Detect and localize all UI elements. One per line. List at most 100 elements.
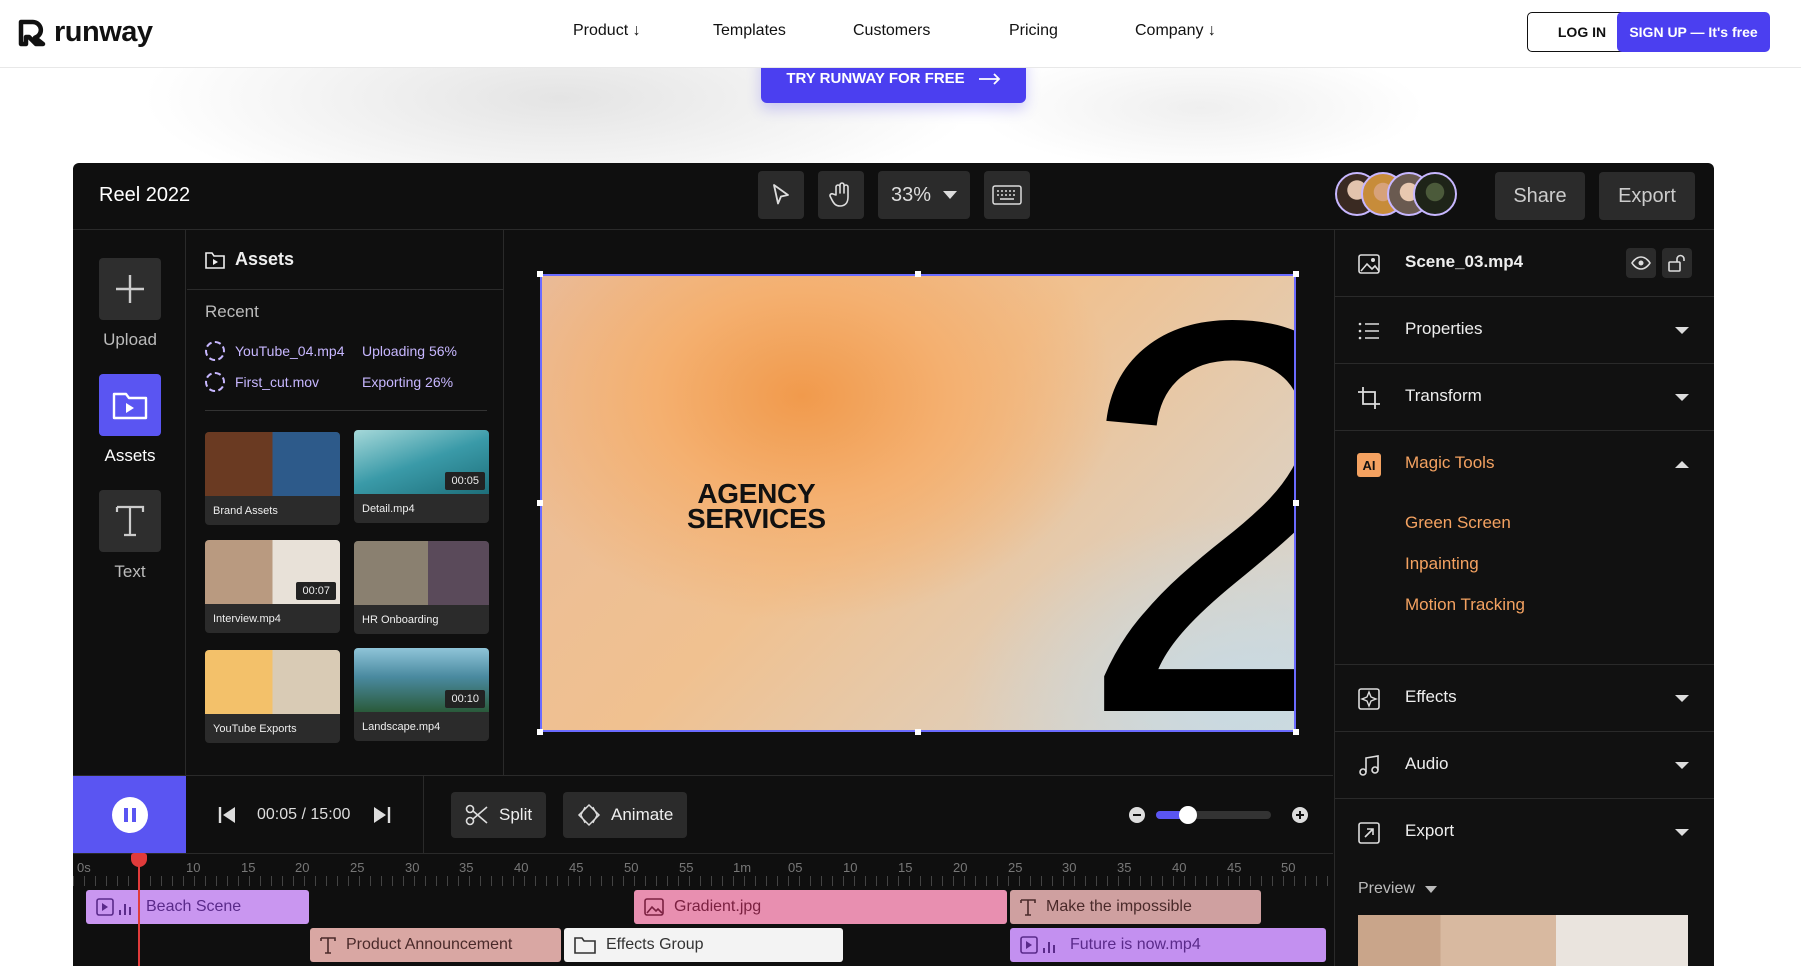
ruler-tick: 30 xyxy=(1062,860,1077,875)
assets-label: Assets xyxy=(104,446,156,465)
resize-handle[interactable] xyxy=(537,729,543,735)
zoom-dropdown[interactable]: 33% xyxy=(878,171,970,219)
text-icon xyxy=(1020,899,1036,916)
share-button[interactable]: Share xyxy=(1495,172,1585,220)
timeline-zoom-slider[interactable] xyxy=(1156,806,1271,824)
magic-tool-inpainting[interactable]: Inpainting xyxy=(1405,554,1479,574)
visibility-toggle[interactable] xyxy=(1626,248,1656,278)
text-button[interactable] xyxy=(99,490,161,552)
asset-tile-video[interactable]: 00:05 Detail.mp4 xyxy=(354,430,489,523)
music-note-icon xyxy=(1359,755,1379,776)
spinner-icon xyxy=(205,341,225,361)
asset-name: Interview.mp4 xyxy=(213,613,281,625)
asset-tile-folder[interactable]: YouTube Exports xyxy=(205,650,340,743)
timeline-clip-text[interactable]: Product Announcement xyxy=(310,928,561,962)
section-audio[interactable]: Audio xyxy=(1335,732,1714,799)
assets-tool[interactable]: Assets xyxy=(99,374,161,466)
inspector-file-row: Scene_03.mp4 xyxy=(1335,230,1714,297)
chevron-up-icon[interactable] xyxy=(1675,461,1689,468)
video-clip-icon xyxy=(96,898,131,916)
pause-icon xyxy=(111,797,148,833)
select-tool-button[interactable] xyxy=(758,171,804,219)
ruler-tick: 45 xyxy=(569,860,584,875)
asset-name: Landscape.mp4 xyxy=(362,721,441,733)
resize-handle[interactable] xyxy=(915,271,921,277)
keyboard-shortcuts-button[interactable] xyxy=(984,171,1030,219)
headline-text[interactable]: AGENCY SERVICES xyxy=(687,480,826,533)
hand-tool-button[interactable] xyxy=(818,171,864,219)
resize-handle[interactable] xyxy=(1293,500,1299,506)
section-label: Transform xyxy=(1405,386,1482,405)
ruler-tick: 55 xyxy=(679,860,694,875)
skip-back-icon[interactable] xyxy=(218,806,236,824)
nav-link-customers[interactable]: Customers xyxy=(853,22,930,40)
asset-tile-folder[interactable]: Brand Assets xyxy=(205,432,340,525)
inspector-panel: Scene_03.mp4 Properties Transform AI Mag… xyxy=(1334,230,1714,966)
nav-link-product[interactable]: Product ↓ xyxy=(573,22,641,40)
playhead-line[interactable] xyxy=(138,856,140,966)
nav-link-templates[interactable]: Templates xyxy=(713,22,786,40)
split-button[interactable]: Split xyxy=(451,792,547,838)
preview-dropdown[interactable]: Preview xyxy=(1358,880,1437,898)
upload-row[interactable]: First_cut.mov Exporting 26% xyxy=(205,372,453,392)
signup-button[interactable]: SIGN UP — It's free xyxy=(1617,12,1770,52)
resize-handle[interactable] xyxy=(915,729,921,735)
text-tool[interactable]: Text xyxy=(99,490,161,582)
section-label: Properties xyxy=(1405,319,1483,338)
section-properties[interactable]: Properties xyxy=(1335,297,1714,364)
zoom-in-icon[interactable] xyxy=(1291,806,1309,824)
section-transform[interactable]: Transform xyxy=(1335,364,1714,431)
slider-knob[interactable] xyxy=(1179,806,1198,824)
section-label[interactable]: Magic Tools xyxy=(1405,453,1494,473)
resize-handle[interactable] xyxy=(1293,271,1299,277)
animate-button[interactable]: Animate xyxy=(563,792,688,838)
clip-label: Effects Group xyxy=(606,936,704,953)
zoom-out-icon[interactable] xyxy=(1128,806,1146,824)
timeline-clip-gradient[interactable]: Gradient.jpg xyxy=(634,890,1007,924)
timeline-ruler[interactable]: 0s 10 15 20 25 30 35 40 45 50 55 1m 05 1… xyxy=(73,853,1333,887)
selected-frame[interactable]: AGENCY SERVICES 2 xyxy=(540,274,1296,732)
nav-link-pricing[interactable]: Pricing xyxy=(1009,22,1058,40)
timeline-clip-text[interactable]: Make the impossible xyxy=(1010,890,1261,924)
upload-row[interactable]: YouTube_04.mp4 Uploading 56% xyxy=(205,341,457,361)
asset-tile-video[interactable]: 00:10 Landscape.mp4 xyxy=(354,648,489,741)
magic-tool-green-screen[interactable]: Green Screen xyxy=(1405,513,1511,533)
editor-window: Reel 2022 33% Share Export Upload Assets… xyxy=(73,163,1714,966)
keyboard-icon xyxy=(992,185,1022,205)
resize-handle[interactable] xyxy=(537,500,543,506)
lock-toggle[interactable] xyxy=(1662,248,1692,278)
crop-icon xyxy=(1358,387,1380,409)
avatar[interactable] xyxy=(1413,172,1457,216)
transport-bar: 00:05 / 15:00 Split Animate xyxy=(73,775,1333,854)
nav-link-company[interactable]: Company ↓ xyxy=(1135,22,1216,40)
ruler-tick: 20 xyxy=(953,860,968,875)
play-pause-button[interactable] xyxy=(73,776,186,854)
ruler-tick: 30 xyxy=(405,860,420,875)
assets-button[interactable] xyxy=(99,374,161,436)
arrow-right-icon xyxy=(978,72,1000,85)
duration-badge: 00:10 xyxy=(445,690,485,708)
export-button[interactable]: Export xyxy=(1599,172,1695,220)
try-free-label: TRY RUNWAY FOR FREE xyxy=(786,70,965,87)
timeline-clip-beach-scene[interactable]: Beach Scene xyxy=(86,890,309,924)
asset-tile-video[interactable]: 00:07 Interview.mp4 xyxy=(205,540,340,633)
magic-tool-motion-tracking[interactable]: Motion Tracking xyxy=(1405,595,1525,615)
section-effects[interactable]: Effects xyxy=(1335,665,1714,732)
section-export[interactable]: Export xyxy=(1335,799,1714,866)
timeline-clip-group[interactable]: Effects Group xyxy=(564,928,843,962)
unlock-icon xyxy=(1668,254,1685,272)
resize-handle[interactable] xyxy=(1293,729,1299,735)
timeline-clip-video[interactable]: Future is now.mp4 xyxy=(1010,928,1326,962)
chevron-down-icon xyxy=(1675,394,1689,401)
upload-button[interactable] xyxy=(99,258,161,320)
assets-panel-title: Assets xyxy=(235,249,295,269)
resize-handle[interactable] xyxy=(537,271,543,277)
skip-forward-icon[interactable] xyxy=(373,806,391,824)
top-navigation: runway Product ↓ Templates Customers Pri… xyxy=(0,0,1801,68)
clip-label: Gradient.jpg xyxy=(674,898,762,915)
ruler-tick: 05 xyxy=(788,860,803,875)
asset-tile-folder[interactable]: HR Onboarding xyxy=(354,541,489,634)
ruler-tick: 10 xyxy=(843,860,858,875)
upload-status: Uploading 56% xyxy=(362,343,457,359)
upload-tool[interactable]: Upload xyxy=(99,258,161,350)
